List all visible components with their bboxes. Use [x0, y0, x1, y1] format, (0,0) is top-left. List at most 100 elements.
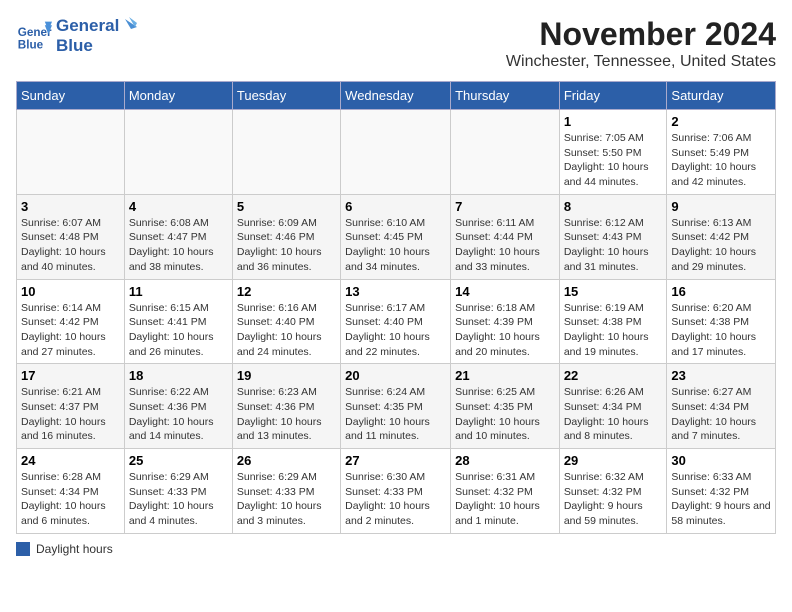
legend-box	[16, 542, 30, 556]
day-number: 7	[455, 199, 555, 214]
day-info: Sunrise: 6:26 AM Sunset: 4:34 PM Dayligh…	[564, 385, 663, 444]
calendar-cell: 8 Sunrise: 6:12 AM Sunset: 4:43 PM Daylig…	[559, 194, 667, 279]
calendar: SundayMondayTuesdayWednesdayThursdayFrid…	[16, 81, 776, 534]
calendar-cell: 1 Sunrise: 7:05 AM Sunset: 5:50 PM Daylig…	[559, 110, 667, 195]
day-number: 11	[129, 284, 228, 299]
calendar-header-saturday: Saturday	[667, 82, 776, 110]
calendar-cell: 29 Sunrise: 6:32 AM Sunset: 4:32 PM Dayli…	[559, 449, 667, 534]
calendar-cell: 16Sunrise: 6:20 AM Sunset: 4:38 PM Dayli…	[667, 279, 776, 364]
day-number: 13	[345, 284, 446, 299]
day-info: Sunrise: 6:16 AM Sunset: 4:40 PM Dayligh…	[237, 301, 336, 360]
calendar-header-tuesday: Tuesday	[232, 82, 340, 110]
day-info: Sunrise: 6:32 AM Sunset: 4:32 PM Dayligh…	[564, 470, 663, 529]
day-info: Sunrise: 6:25 AM Sunset: 4:35 PM Dayligh…	[455, 385, 555, 444]
day-number: 16	[671, 284, 771, 299]
day-info: Sunrise: 6:29 AM Sunset: 4:33 PM Dayligh…	[129, 470, 228, 529]
calendar-cell: 25Sunrise: 6:29 AM Sunset: 4:33 PM Dayli…	[124, 449, 232, 534]
day-number: 18	[129, 368, 228, 383]
day-info: Sunrise: 6:10 AM Sunset: 4:45 PM Dayligh…	[345, 216, 446, 275]
location-title: Winchester, Tennessee, United States	[506, 53, 776, 71]
day-number: 14	[455, 284, 555, 299]
day-info: Sunrise: 6:21 AM Sunset: 4:37 PM Dayligh…	[21, 385, 120, 444]
day-info: Sunrise: 6:30 AM Sunset: 4:33 PM Dayligh…	[345, 470, 446, 529]
calendar-cell	[232, 110, 340, 195]
day-number: 2	[671, 114, 771, 129]
calendar-cell: 26Sunrise: 6:29 AM Sunset: 4:33 PM Dayli…	[232, 449, 340, 534]
calendar-cell: 23Sunrise: 6:27 AM Sunset: 4:34 PM Dayli…	[667, 364, 776, 449]
calendar-cell: 11 Sunrise: 6:15 AM Sunset: 4:41 PM Dayli…	[124, 279, 232, 364]
calendar-cell	[451, 110, 560, 195]
calendar-cell: 13 Sunrise: 6:17 AM Sunset: 4:40 PM Dayli…	[341, 279, 451, 364]
calendar-cell: 27 Sunrise: 6:30 AM Sunset: 4:33 PM Dayli…	[341, 449, 451, 534]
calendar-cell: 19 Sunrise: 6:23 AM Sunset: 4:36 PM Dayli…	[232, 364, 340, 449]
day-info: Sunrise: 6:19 AM Sunset: 4:38 PM Dayligh…	[564, 301, 663, 360]
svg-text:Blue: Blue	[18, 39, 44, 52]
day-number: 26	[237, 453, 336, 468]
calendar-header-friday: Friday	[559, 82, 667, 110]
calendar-cell	[341, 110, 451, 195]
day-info: Sunrise: 6:08 AM Sunset: 4:47 PM Dayligh…	[129, 216, 228, 275]
calendar-cell: 28 Sunrise: 6:31 AM Sunset: 4:32 PM Dayli…	[451, 449, 560, 534]
day-number: 28	[455, 453, 555, 468]
calendar-cell: 21 Sunrise: 6:25 AM Sunset: 4:35 PM Dayli…	[451, 364, 560, 449]
day-info: Sunrise: 7:06 AM Sunset: 5:49 PM Dayligh…	[671, 131, 771, 190]
calendar-header-wednesday: Wednesday	[341, 82, 451, 110]
logo-blue: Blue	[56, 36, 119, 56]
day-number: 22	[564, 368, 663, 383]
day-info: Sunrise: 6:14 AM Sunset: 4:42 PM Dayligh…	[21, 301, 120, 360]
calendar-cell: 3 Sunrise: 6:07 AM Sunset: 4:48 PM Daylig…	[17, 194, 125, 279]
day-number: 6	[345, 199, 446, 214]
calendar-header-monday: Monday	[124, 82, 232, 110]
legend: Daylight hours	[16, 542, 776, 556]
calendar-cell: 24Sunrise: 6:28 AM Sunset: 4:34 PM Dayli…	[17, 449, 125, 534]
day-number: 12	[237, 284, 336, 299]
day-number: 27	[345, 453, 446, 468]
calendar-cell: 6 Sunrise: 6:10 AM Sunset: 4:45 PM Daylig…	[341, 194, 451, 279]
calendar-cell: 10Sunrise: 6:14 AM Sunset: 4:42 PM Dayli…	[17, 279, 125, 364]
calendar-cell: 7 Sunrise: 6:11 AM Sunset: 4:44 PM Daylig…	[451, 194, 560, 279]
day-info: Sunrise: 6:23 AM Sunset: 4:36 PM Dayligh…	[237, 385, 336, 444]
day-number: 30	[671, 453, 771, 468]
logo-bird-icon	[113, 17, 137, 47]
calendar-cell: 22 Sunrise: 6:26 AM Sunset: 4:34 PM Dayli…	[559, 364, 667, 449]
calendar-cell	[124, 110, 232, 195]
day-number: 8	[564, 199, 663, 214]
day-number: 19	[237, 368, 336, 383]
calendar-week-3: 10Sunrise: 6:14 AM Sunset: 4:42 PM Dayli…	[17, 279, 776, 364]
day-info: Sunrise: 6:12 AM Sunset: 4:43 PM Dayligh…	[564, 216, 663, 275]
calendar-cell: 2 Sunrise: 7:06 AM Sunset: 5:49 PM Daylig…	[667, 110, 776, 195]
day-info: Sunrise: 7:05 AM Sunset: 5:50 PM Dayligh…	[564, 131, 663, 190]
logo: General Blue General Blue	[16, 16, 137, 57]
calendar-cell: 20Sunrise: 6:24 AM Sunset: 4:35 PM Dayli…	[341, 364, 451, 449]
calendar-cell	[17, 110, 125, 195]
calendar-cell: 5 Sunrise: 6:09 AM Sunset: 4:46 PM Daylig…	[232, 194, 340, 279]
day-info: Sunrise: 6:31 AM Sunset: 4:32 PM Dayligh…	[455, 470, 555, 529]
calendar-cell: 15 Sunrise: 6:19 AM Sunset: 4:38 PM Dayli…	[559, 279, 667, 364]
calendar-cell: 30 Sunrise: 6:33 AM Sunset: 4:32 PM Dayli…	[667, 449, 776, 534]
day-info: Sunrise: 6:07 AM Sunset: 4:48 PM Dayligh…	[21, 216, 120, 275]
day-info: Sunrise: 6:22 AM Sunset: 4:36 PM Dayligh…	[129, 385, 228, 444]
day-number: 9	[671, 199, 771, 214]
logo-general: General	[56, 16, 119, 36]
day-info: Sunrise: 6:13 AM Sunset: 4:42 PM Dayligh…	[671, 216, 771, 275]
day-number: 21	[455, 368, 555, 383]
day-info: Sunrise: 6:27 AM Sunset: 4:34 PM Dayligh…	[671, 385, 771, 444]
day-number: 20	[345, 368, 446, 383]
day-number: 29	[564, 453, 663, 468]
calendar-cell: 12 Sunrise: 6:16 AM Sunset: 4:40 PM Dayli…	[232, 279, 340, 364]
day-number: 5	[237, 199, 336, 214]
day-info: Sunrise: 6:11 AM Sunset: 4:44 PM Dayligh…	[455, 216, 555, 275]
calendar-header-thursday: Thursday	[451, 82, 560, 110]
day-number: 17	[21, 368, 120, 383]
day-number: 3	[21, 199, 120, 214]
day-info: Sunrise: 6:17 AM Sunset: 4:40 PM Dayligh…	[345, 301, 446, 360]
logo-icon: General Blue	[16, 18, 52, 54]
day-info: Sunrise: 6:09 AM Sunset: 4:46 PM Dayligh…	[237, 216, 336, 275]
day-info: Sunrise: 6:33 AM Sunset: 4:32 PM Dayligh…	[671, 470, 771, 529]
day-number: 1	[564, 114, 663, 129]
day-number: 15	[564, 284, 663, 299]
title-area: November 2024 Winchester, Tennessee, Uni…	[506, 16, 776, 71]
calendar-cell: 9 Sunrise: 6:13 AM Sunset: 4:42 PM Daylig…	[667, 194, 776, 279]
day-info: Sunrise: 6:18 AM Sunset: 4:39 PM Dayligh…	[455, 301, 555, 360]
day-info: Sunrise: 6:15 AM Sunset: 4:41 PM Dayligh…	[129, 301, 228, 360]
